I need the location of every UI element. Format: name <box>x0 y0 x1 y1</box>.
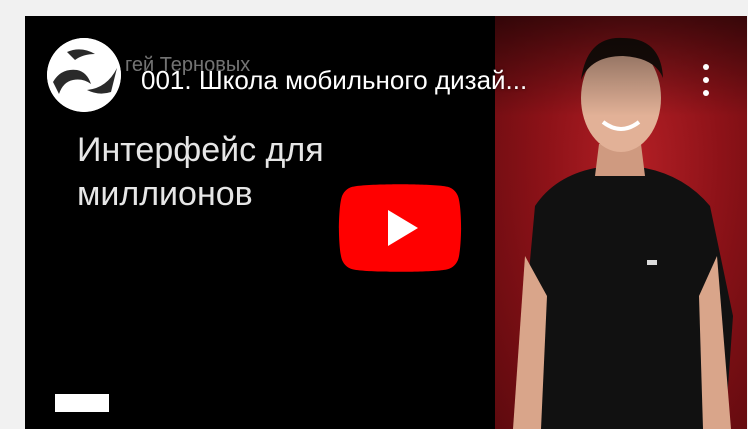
slide-heading-line-1: Интерфейс для <box>77 131 324 169</box>
menu-dot <box>703 77 709 83</box>
slide-heading: Интерфейс для миллионов <box>77 128 324 216</box>
slide-decorative-bar <box>55 394 109 412</box>
menu-dot <box>703 64 709 70</box>
youtube-play-icon[interactable] <box>338 184 462 272</box>
menu-dot <box>703 90 709 96</box>
page: Интерфейс для миллионов гей Терновых 001… <box>0 0 748 429</box>
channel-avatar[interactable] <box>47 38 121 112</box>
video-embed-player[interactable]: Интерфейс для миллионов гей Терновых 001… <box>25 16 747 429</box>
more-vert-icon[interactable] <box>693 62 719 98</box>
video-title[interactable]: 001. Школа мобильного дизай... <box>141 64 651 96</box>
channel-logo-icon <box>47 38 121 112</box>
slide-heading-line-2: миллионов <box>77 175 253 213</box>
